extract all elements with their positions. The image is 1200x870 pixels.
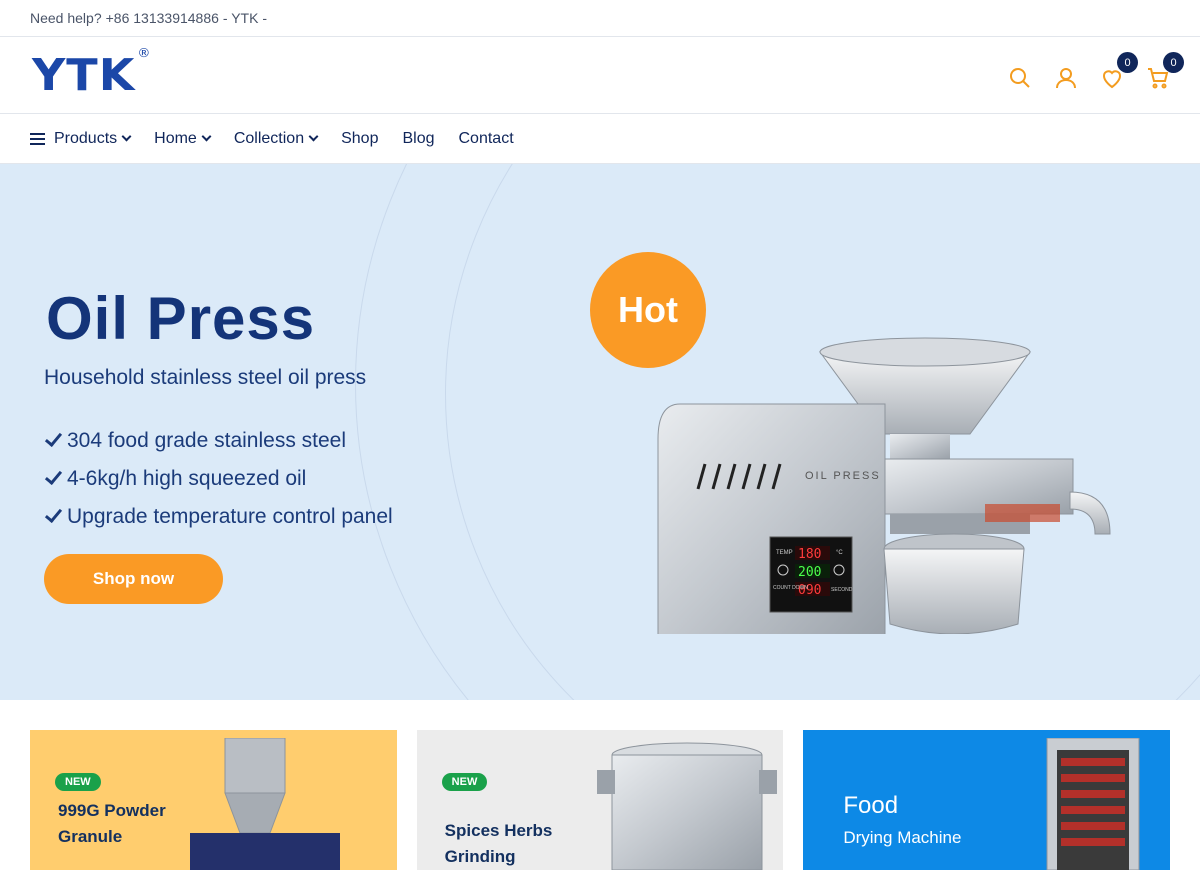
feature-item: Upgrade temperature control panel — [44, 498, 393, 536]
category-cards: NEW 999G Powder Granule NEW Spices Herbs… — [30, 730, 1171, 870]
menu-icon — [30, 132, 45, 145]
feature-item: 304 food grade stainless steel — [44, 422, 393, 460]
feature-text: 4-6kg/h high squeezed oil — [67, 467, 307, 490]
card-title: Food — [843, 792, 899, 819]
check-icon — [44, 504, 63, 524]
feature-list: 304 food grade stainless steel 4-6kg/h h… — [44, 422, 393, 536]
cart-count-badge: 0 — [1163, 52, 1184, 73]
svg-text:SECOND: SECOND — [831, 587, 853, 593]
chevron-down-icon — [201, 131, 212, 142]
svg-text:COUNT DOWN: COUNT DOWN — [773, 585, 808, 591]
wishlist-count-badge: 0 — [1117, 52, 1138, 73]
nav-home-label: Home — [154, 129, 197, 147]
chevron-down-icon — [121, 131, 132, 142]
nav-collection[interactable]: Collection — [233, 129, 319, 148]
header-actions: 0 0 — [1008, 52, 1184, 90]
feature-text: Upgrade temperature control panel — [67, 505, 393, 528]
chevron-down-icon — [308, 131, 319, 142]
wishlist-icon[interactable]: 0 — [1100, 52, 1138, 90]
nav-shop-label: Shop — [341, 129, 379, 147]
registered-mark: ® — [137, 46, 152, 61]
main-nav: Products Home Collection Shop Blog Conta… — [0, 114, 1200, 164]
svg-text:TEMP: TEMP — [776, 550, 793, 556]
hot-badge: Hot — [590, 252, 706, 368]
card-subtitle: Drying Machine — [843, 828, 962, 847]
svg-text:200: 200 — [798, 565, 821, 580]
nav-blog[interactable]: Blog — [402, 130, 434, 148]
dryer-image — [1046, 738, 1140, 870]
hero-banner: Oil Press Household stainless steel oil … — [0, 164, 1200, 700]
logo[interactable]: YTK ® — [32, 47, 150, 96]
site-header: YTK ® 0 0 — [0, 37, 1200, 114]
logo-text: YTK — [32, 49, 136, 101]
brand-suffix: - YTK - — [222, 10, 267, 26]
svg-text:°C: °C — [836, 550, 843, 556]
account-icon[interactable] — [1054, 66, 1078, 90]
top-bar: Need help? +86 13133914886 - YTK - — [0, 0, 1200, 37]
nav-shop[interactable]: Shop — [341, 130, 378, 148]
feature-item: 4-6kg/h high squeezed oil — [44, 460, 393, 498]
card-title: Spices Herbs Grinding — [445, 818, 553, 869]
card-spices-herbs[interactable]: NEW Spices Herbs Grinding — [416, 730, 784, 870]
card-title-line: Spices Herbs — [444, 821, 553, 840]
hero-title: Oil Press — [46, 285, 316, 352]
oil-press-image: OIL PRESS TEMP °C 180 200 090 COUNT DOWN… — [657, 337, 1111, 634]
hero-subtitle: Household stainless steel oil press — [44, 366, 367, 389]
nav-contact[interactable]: Contact — [459, 130, 514, 148]
nav-collection-label: Collection — [233, 129, 305, 147]
svg-text:180: 180 — [798, 547, 821, 562]
check-icon — [44, 428, 63, 448]
nav-products[interactable]: Products — [30, 129, 132, 148]
nav-blog-label: Blog — [402, 129, 435, 147]
new-badge: NEW — [441, 773, 488, 791]
new-badge: NEW — [55, 773, 101, 791]
machine-label: OIL PRESS — [805, 470, 881, 482]
card-food-drying[interactable]: Food Drying Machine — [803, 730, 1171, 870]
cart-icon[interactable]: 0 — [1146, 52, 1184, 90]
card-title-line: Grinding — [444, 846, 516, 866]
nav-contact-label: Contact — [458, 129, 514, 147]
help-label: Need help? — [30, 10, 102, 26]
nav-products-label: Products — [54, 129, 118, 147]
grinder-image — [596, 742, 777, 870]
card-title-line: 999G Powder — [58, 801, 166, 820]
feature-text: 304 food grade stainless steel — [67, 429, 347, 452]
nav-home[interactable]: Home — [154, 129, 212, 148]
phone-number[interactable]: +86 13133914886 — [106, 10, 219, 26]
card-title-line: Granule — [58, 826, 123, 846]
card-title: 999G Powder Granule — [58, 798, 166, 849]
card-powder-granule[interactable]: NEW 999G Powder Granule — [30, 730, 397, 870]
search-icon[interactable] — [1008, 66, 1032, 90]
check-icon — [44, 466, 63, 486]
shop-now-button[interactable]: Shop now — [44, 554, 223, 604]
powder-machine-image — [190, 738, 340, 870]
